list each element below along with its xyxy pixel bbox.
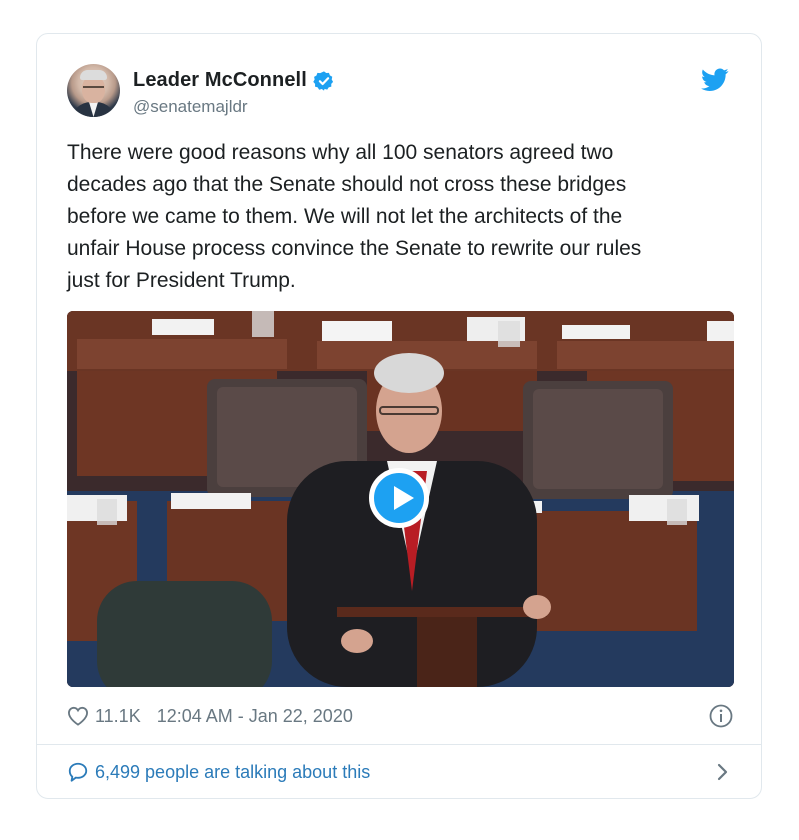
author-name-row: Leader McConnell: [133, 69, 335, 92]
avatar[interactable]: [67, 64, 120, 117]
like-count[interactable]: 11.1K: [95, 706, 141, 727]
twitter-bird-icon[interactable]: [701, 68, 729, 92]
tweet-text-line: unfair House process convince the Senate…: [67, 237, 642, 260]
speech-bubble-icon: [68, 762, 88, 782]
author-name[interactable]: Leader McConnell: [133, 69, 307, 92]
chevron-right-icon[interactable]: [715, 762, 729, 782]
tweet-text: There were good reasons why all 100 sena…: [67, 137, 727, 297]
avatar-hair: [80, 70, 107, 80]
verified-badge-icon: [313, 70, 333, 91]
embedded-tweet-card[interactable]: Leader McConnell @senatemajldr There wer…: [36, 33, 762, 799]
tweet-text-line: There were good reasons why all 100 sena…: [67, 141, 614, 164]
heart-icon[interactable]: [67, 706, 89, 726]
tweet-timestamp[interactable]: 12:04 AM - Jan 22, 2020: [157, 706, 353, 727]
avatar-glasses: [83, 86, 104, 93]
tweet-meta-row: 11.1K 12:04 AM - Jan 22, 2020: [67, 704, 733, 728]
tweet-text-line: just for President Trump.: [67, 269, 296, 292]
play-icon[interactable]: [369, 468, 429, 528]
tweet-header: Leader McConnell @senatemajldr: [67, 64, 733, 120]
info-icon[interactable]: [709, 704, 733, 728]
conversation-count-text[interactable]: 6,499 people are talking about this: [95, 762, 370, 783]
conversation-link[interactable]: 6,499 people are talking about this: [67, 760, 733, 784]
tweet-text-line: before we came to them. We will not let …: [67, 205, 623, 228]
video-player[interactable]: [67, 311, 734, 687]
tweet-text-line: decades ago that the Senate should not c…: [67, 173, 627, 196]
divider: [37, 744, 761, 745]
author-handle[interactable]: @senatemajldr: [133, 97, 248, 117]
